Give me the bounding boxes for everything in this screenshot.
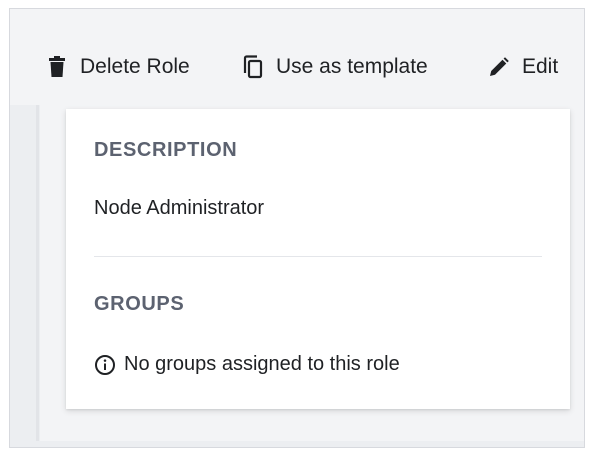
info-icon: [94, 354, 116, 376]
trash-icon: [46, 55, 68, 79]
role-details-panel: Delete Role Use as template Edit DESCRIP…: [9, 8, 585, 448]
groups-empty-message: No groups assigned to this role: [124, 353, 400, 375]
use-as-template-label: Use as template: [276, 55, 428, 78]
role-details-card: DESCRIPTION Node Administrator GROUPS No…: [66, 109, 570, 409]
description-heading: DESCRIPTION: [94, 139, 238, 161]
edit-role-label: Edit: [522, 55, 559, 78]
bottom-gutter: [10, 441, 584, 447]
use-as-template-button[interactable]: Use as template: [242, 53, 428, 81]
section-divider: [94, 256, 542, 257]
delete-role-button[interactable]: Delete Role: [46, 53, 190, 81]
pencil-icon: [488, 55, 510, 79]
edit-role-button[interactable]: Edit: [488, 53, 558, 81]
groups-heading: GROUPS: [94, 293, 185, 315]
description-value: Node Administrator: [94, 197, 265, 219]
copy-icon: [242, 55, 264, 79]
delete-role-label: Delete Role: [80, 55, 190, 78]
gutter-divider: [36, 105, 39, 441]
side-gutter: [10, 105, 40, 441]
role-actions-toolbar: Delete Role Use as template Edit: [10, 9, 584, 105]
groups-empty-state: No groups assigned to this role: [94, 353, 400, 376]
